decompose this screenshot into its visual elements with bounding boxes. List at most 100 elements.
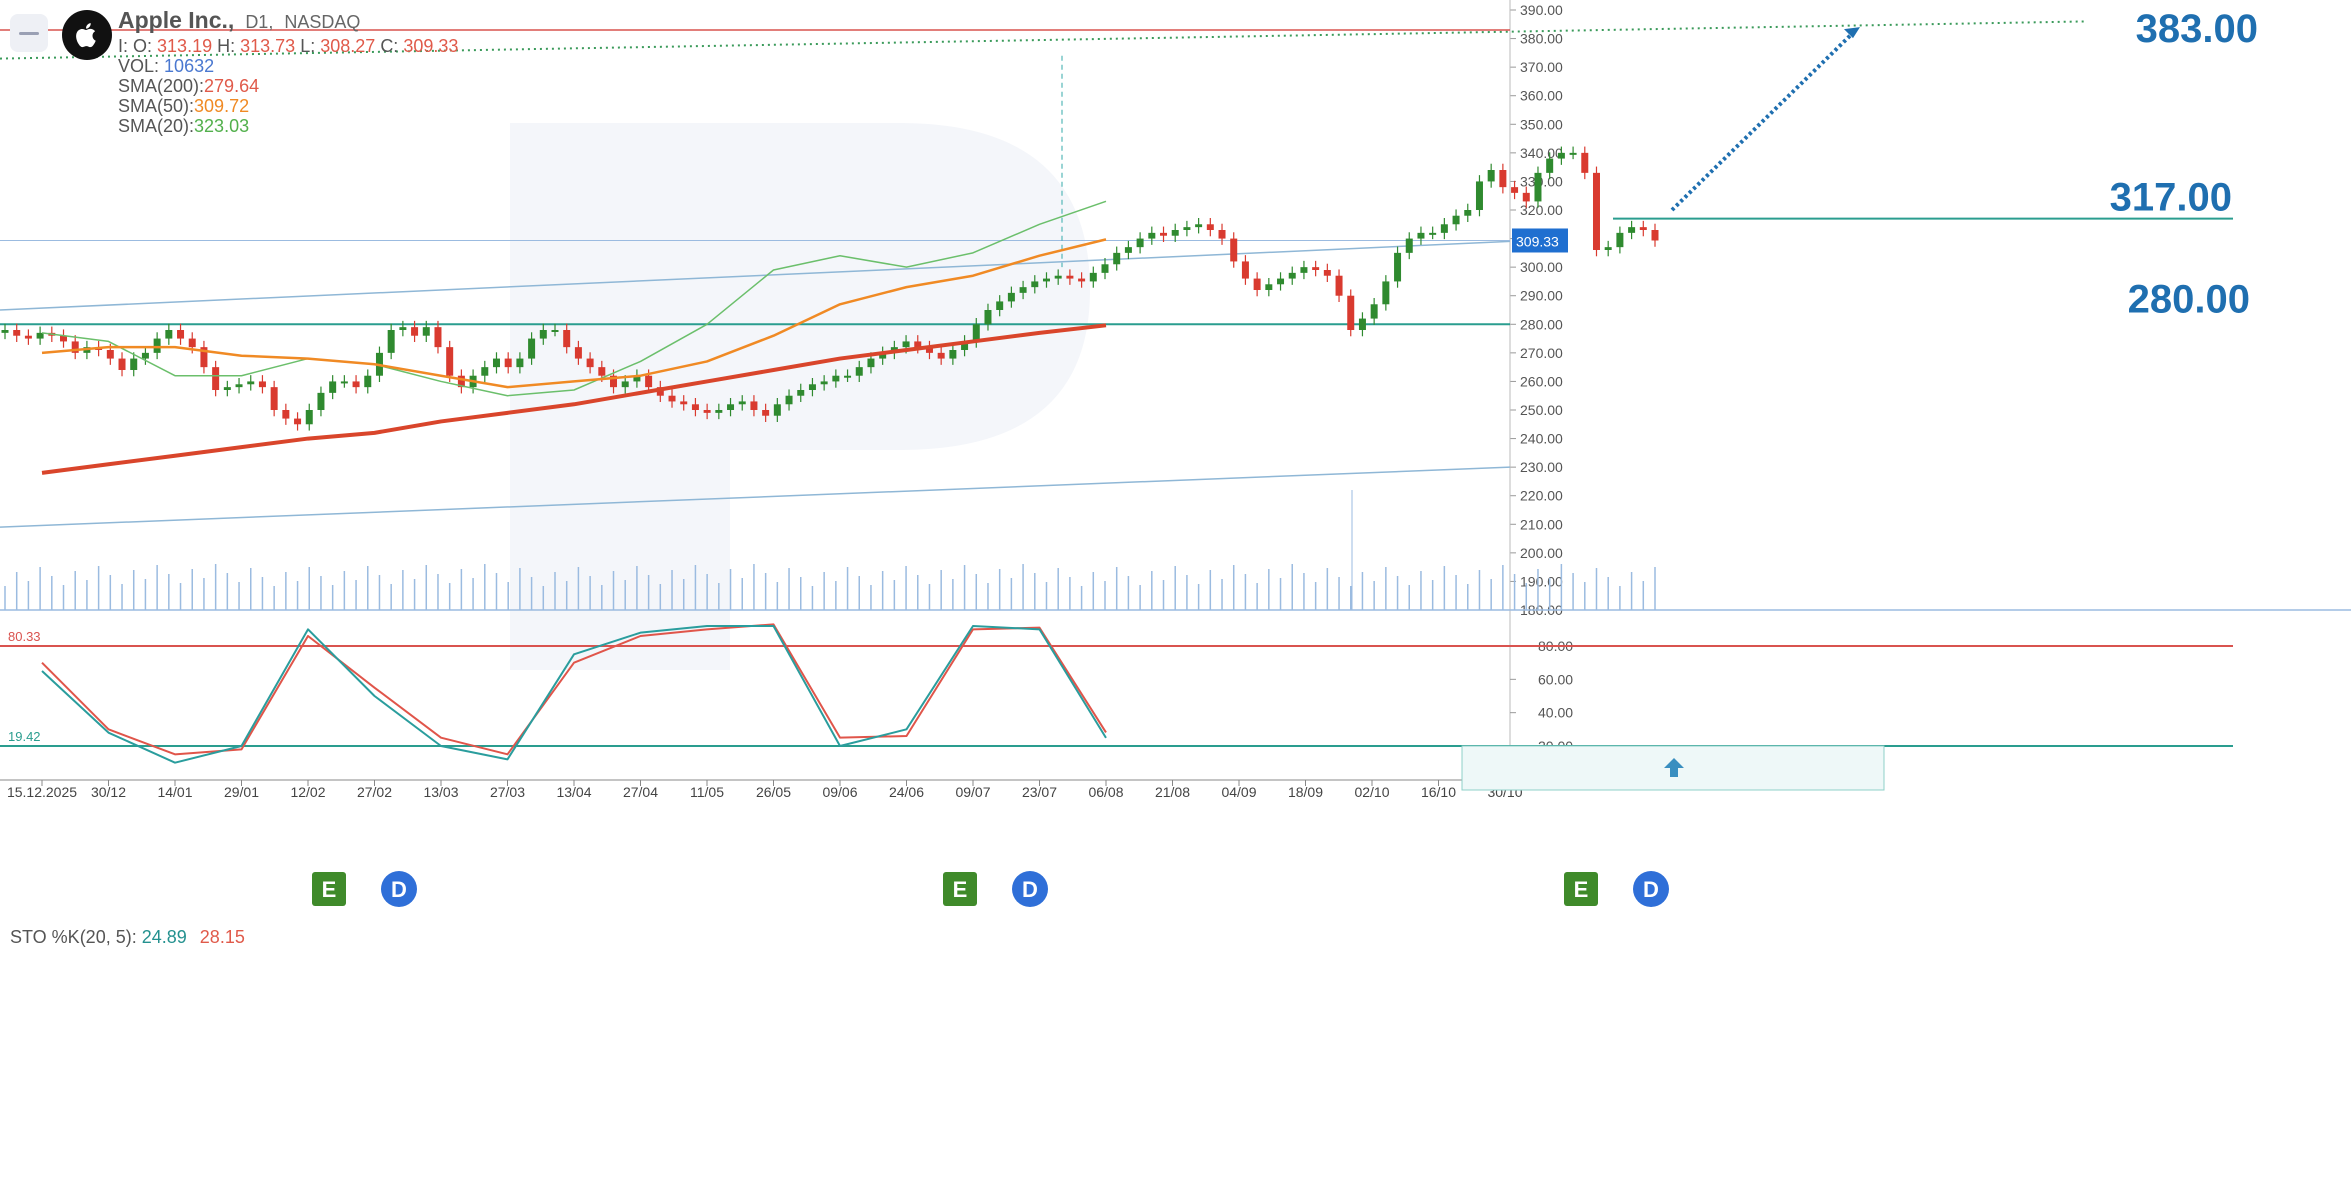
level-317-label: 317.00 xyxy=(2110,176,2232,220)
date-tick-label: 09/06 xyxy=(822,784,857,800)
candle-body xyxy=(294,418,302,425)
sma50-value: 309.72 xyxy=(194,96,250,116)
candle-body xyxy=(165,330,173,339)
date-tick-label: 02/10 xyxy=(1354,784,1389,800)
vol-label: VOL: xyxy=(118,56,160,76)
date-tick-label: 14/01 xyxy=(157,784,192,800)
candle-body xyxy=(282,410,290,419)
candle-body xyxy=(1265,284,1273,290)
candle-body xyxy=(1394,252,1402,282)
candle-body xyxy=(352,381,360,388)
candle-body xyxy=(1183,227,1191,230)
candle-body xyxy=(1171,230,1179,236)
event-marker-label: E xyxy=(1574,877,1589,902)
candle-body xyxy=(598,367,606,376)
price-tick-label: 290.00 xyxy=(1520,288,1563,304)
target-arrow-line xyxy=(1670,31,1855,212)
candle-body xyxy=(329,381,337,393)
candle-body xyxy=(1534,172,1542,202)
candle-body xyxy=(1592,172,1600,250)
candle-body xyxy=(446,347,454,376)
sto-tick-label: 60.00 xyxy=(1538,671,1573,687)
candle-body xyxy=(844,375,852,378)
event-marker-label: E xyxy=(953,877,968,902)
candle-body xyxy=(949,350,957,359)
candle-body xyxy=(1160,232,1168,236)
candle-body xyxy=(937,352,945,359)
candle-body xyxy=(832,375,840,382)
event-marker-label: D xyxy=(391,877,407,902)
low-label: L: xyxy=(300,36,316,56)
date-tick-label: 12/02 xyxy=(290,784,325,800)
price-tick-label: 300.00 xyxy=(1520,259,1563,275)
candle-body xyxy=(1312,267,1320,270)
collapse-button[interactable] xyxy=(10,14,48,52)
trend-line-lower xyxy=(0,466,1511,528)
candle-body xyxy=(808,384,816,390)
candle-body xyxy=(36,332,44,339)
candle-body xyxy=(1195,224,1203,228)
price-tick-label: 220.00 xyxy=(1520,488,1563,504)
candle-body xyxy=(727,404,735,410)
sma200-value: 279.64 xyxy=(204,76,260,96)
candle-body xyxy=(762,410,770,416)
candle-body xyxy=(411,327,419,336)
candle-body xyxy=(1253,278,1261,290)
candle-body xyxy=(1405,238,1413,253)
date-tick-label: 27/03 xyxy=(490,784,525,800)
candle-body xyxy=(130,358,138,370)
close-label: C: xyxy=(380,36,399,56)
candle-body xyxy=(516,358,524,368)
candle-body xyxy=(773,404,781,416)
candle-body xyxy=(13,330,21,336)
stochastic-label: STO %K(20, 5): xyxy=(10,927,137,947)
candle-body xyxy=(1522,192,1530,202)
candle-body xyxy=(305,410,313,425)
price-tick-label: 380.00 xyxy=(1520,31,1563,47)
candle-body xyxy=(574,347,582,359)
level-280-label: 280.00 xyxy=(2128,277,2250,321)
price-tick-label: 360.00 xyxy=(1520,88,1563,104)
candle-body xyxy=(247,381,255,385)
candle-body xyxy=(1417,232,1425,239)
date-tick-label: 06/08 xyxy=(1088,784,1123,800)
timeframe: D1, xyxy=(245,12,274,32)
candle-body xyxy=(188,338,196,348)
level-383-label: 383.00 xyxy=(2136,7,2258,51)
candle-body xyxy=(1078,278,1086,282)
candle-body xyxy=(1042,278,1050,282)
candle-body xyxy=(691,404,699,410)
candle-body xyxy=(1101,264,1109,273)
candle-body xyxy=(1019,287,1027,293)
candle-body xyxy=(1136,238,1144,248)
candle-body xyxy=(1113,252,1121,265)
date-tick-label: 09/07 xyxy=(955,784,990,800)
chart-canvas[interactable]: 390.00380.00370.00360.00350.00340.00330.… xyxy=(0,0,2351,1196)
candle-body xyxy=(1569,152,1577,155)
candle-body xyxy=(258,381,266,388)
candle-body xyxy=(1557,152,1565,159)
candle-body xyxy=(1148,232,1156,239)
candle-body xyxy=(1370,304,1378,319)
candle-body xyxy=(820,381,828,385)
candle-body xyxy=(1206,224,1214,230)
candle-body xyxy=(1546,158,1554,173)
candle-body xyxy=(1358,318,1366,330)
candle-body xyxy=(1300,267,1308,273)
candle-body xyxy=(785,395,793,405)
candle-body xyxy=(1277,278,1285,285)
price-tick-label: 370.00 xyxy=(1520,59,1563,75)
candle-body xyxy=(1429,232,1437,235)
apple-icon xyxy=(76,23,96,48)
candle-body xyxy=(1218,230,1226,239)
candle-body xyxy=(177,330,185,339)
date-tick-label: 04/09 xyxy=(1221,784,1256,800)
candle-body xyxy=(106,350,114,359)
exchange: NASDAQ xyxy=(284,12,361,32)
sto-tick-label: 40.00 xyxy=(1538,705,1573,721)
candle-body xyxy=(1347,295,1355,330)
candle-body xyxy=(1628,227,1636,233)
candle-body xyxy=(1288,272,1296,279)
date-tick-label: 13/04 xyxy=(556,784,591,800)
candle-body xyxy=(364,375,372,388)
